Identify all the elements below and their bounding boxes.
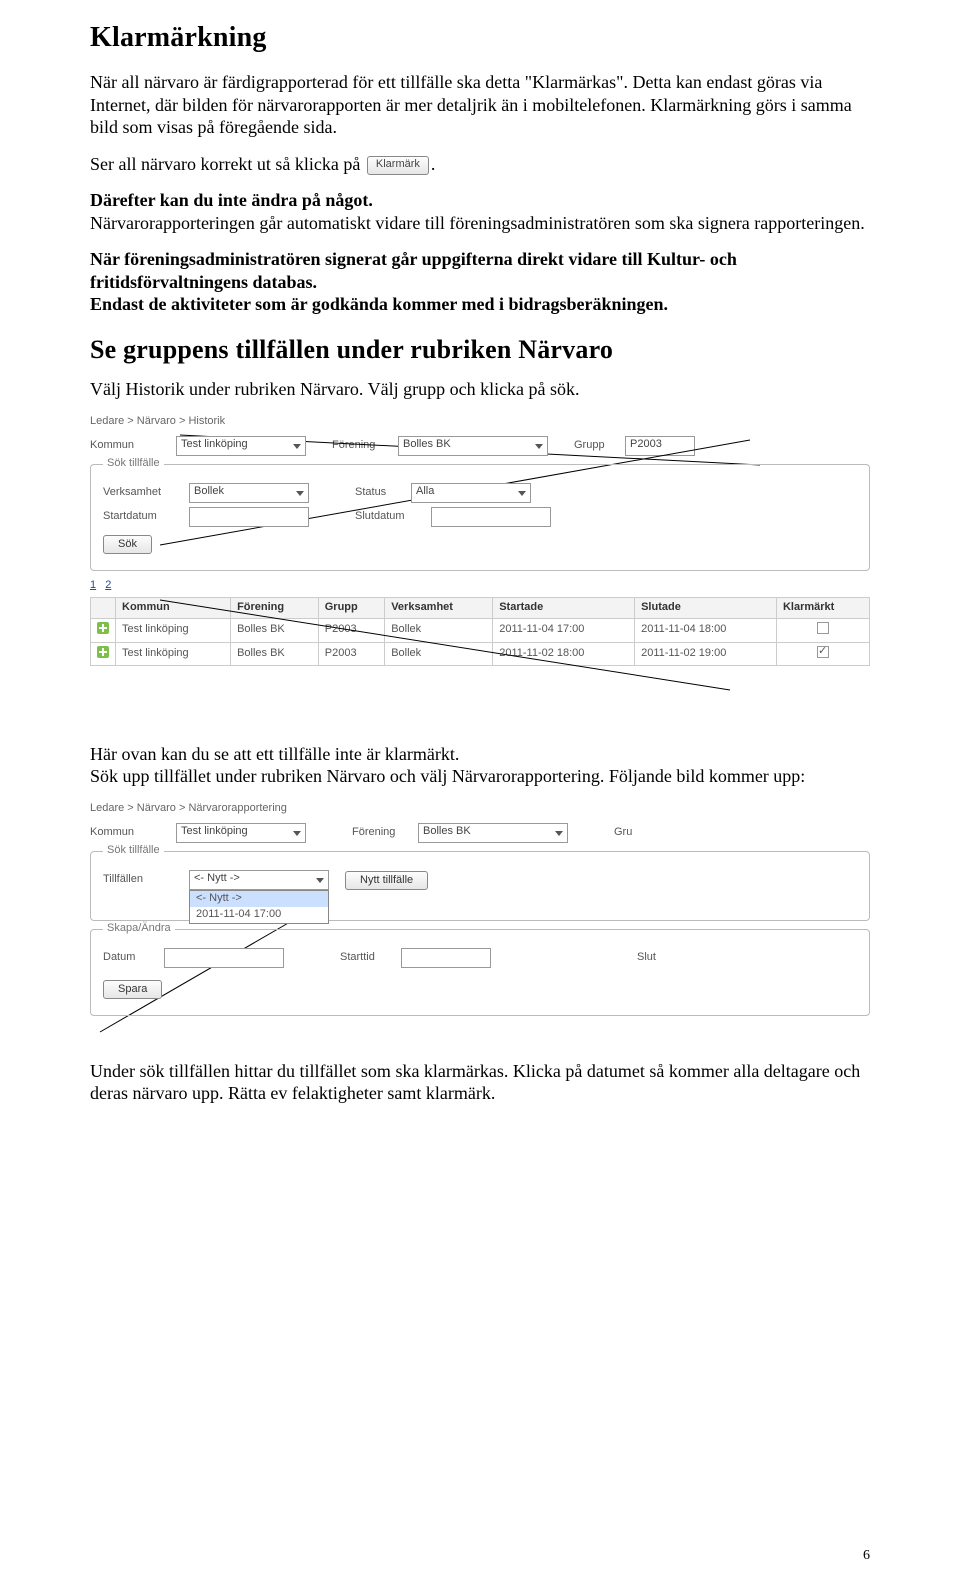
cell-startade: 2011-11-02 18:00: [493, 642, 635, 666]
cell-grupp: P2003: [318, 618, 384, 642]
klarmark-button[interactable]: Klarmärk: [367, 156, 429, 175]
tillfallen-dropdown-open[interactable]: <- Nytt -> 2011-11-04 17:00: [189, 890, 329, 924]
para-no-edit: Därefter kan du inte ändra på något.: [90, 189, 870, 212]
plus-icon[interactable]: [97, 622, 109, 634]
spara-button[interactable]: Spara: [103, 980, 162, 999]
starttid-input[interactable]: [401, 948, 491, 968]
screenshot-narvarorapportering: Ledare > Närvaro > Närvarorapportering K…: [90, 802, 870, 1042]
cell-startade: 2011-11-04 17:00: [493, 618, 635, 642]
plus-icon[interactable]: [97, 646, 109, 658]
para-final: Under sök tillfällen hittar du tillfälle…: [90, 1060, 870, 1105]
th-forening: Förening: [231, 598, 319, 619]
cell-slutade: 2011-11-04 18:00: [635, 618, 777, 642]
breadcrumb-rapportering: Ledare > Närvaro > Närvarorapportering: [90, 802, 870, 816]
para-choose-history: Välj Historik under rubriken Närvaro. Vä…: [90, 378, 870, 401]
grupp-input[interactable]: P2003: [625, 436, 695, 456]
para-auto-forward: Närvarorapporteringen går automatiskt vi…: [90, 212, 870, 235]
verksamhet-select[interactable]: Bollek: [189, 483, 309, 503]
label-slutdatum: Slutdatum: [355, 510, 425, 524]
label-forening: Förening: [332, 439, 392, 453]
label-tillfallen: Tillfällen: [103, 873, 183, 887]
forening-select[interactable]: Bolles BK: [418, 823, 568, 843]
label-forening: Förening: [352, 826, 412, 840]
th-klarmarkt: Klarmärkt: [776, 598, 869, 619]
th-verksamhet: Verksamhet: [385, 598, 493, 619]
slutdatum-input[interactable]: [431, 507, 551, 527]
cell-verksamhet: Bollek: [385, 618, 493, 642]
dropdown-option[interactable]: <- Nytt ->: [190, 891, 328, 907]
heading-klarmarkning: Klarmärkning: [90, 20, 870, 55]
para-klarmark: Ser all närvaro korrekt ut så klicka på …: [90, 153, 870, 176]
fieldset-skapa-andra: Skapa/Ändra Datum Starttid Slut Spara: [90, 929, 870, 1016]
sok-button[interactable]: Sök: [103, 535, 152, 554]
label-verksamhet: Verksamhet: [103, 486, 183, 500]
nytt-tillfalle-button[interactable]: Nytt tillfälle: [345, 871, 428, 890]
breadcrumb-historik: Ledare > Närvaro > Historik: [90, 415, 870, 429]
label-slut: Slut: [637, 951, 672, 965]
legend-skapa-andra: Skapa/Ändra: [103, 922, 175, 936]
label-starttid: Starttid: [340, 951, 395, 965]
table-row[interactable]: Test linköping Bolles BK P2003 Bollek 20…: [91, 642, 870, 666]
cell-verksamhet: Bollek: [385, 642, 493, 666]
para-signed-forward: När föreningsadministratören signerat gå…: [90, 248, 870, 293]
th-kommun: Kommun: [116, 598, 231, 619]
page-2-link[interactable]: 2: [105, 579, 111, 591]
para-find-narvarorapport: Sök upp tillfället under rubriken Närvar…: [90, 765, 870, 788]
para-approved-only: Endast de aktiviteter som är godkända ko…: [90, 293, 870, 316]
page-1-link[interactable]: 1: [90, 579, 96, 591]
cell-slutade: 2011-11-02 19:00: [635, 642, 777, 666]
status-select[interactable]: Alla: [411, 483, 531, 503]
startdatum-input[interactable]: [189, 507, 309, 527]
th-startade: Startade: [493, 598, 635, 619]
para-intro: När all närvaro är färdigrapporterad för…: [90, 71, 870, 139]
label-grupp: Grupp: [574, 439, 619, 453]
th-slutade: Slutade: [635, 598, 777, 619]
th-grupp: Grupp: [318, 598, 384, 619]
kommun-select[interactable]: Test linköping: [176, 436, 306, 456]
klarmarkt-checkbox: [817, 646, 829, 658]
historik-table: Kommun Förening Grupp Verksamhet Startad…: [90, 597, 870, 666]
heading-group-times: Se gruppens tillfällen under rubriken Nä…: [90, 334, 870, 367]
text-before-btn: Ser all närvaro korrekt ut så klicka på: [90, 154, 360, 174]
label-kommun: Kommun: [90, 439, 170, 453]
text-after-btn: .: [431, 154, 436, 174]
para-not-klarmarkt: Här ovan kan du se att ett tillfälle int…: [90, 743, 870, 766]
screenshot-historik: Ledare > Närvaro > Historik Kommun Test …: [90, 415, 870, 725]
legend-sok-tillfalle: Sök tillfälle: [103, 457, 164, 471]
label-datum: Datum: [103, 951, 158, 965]
kommun-select[interactable]: Test linköping: [176, 823, 306, 843]
label-gru: Gru: [614, 826, 644, 840]
label-kommun: Kommun: [90, 826, 170, 840]
cell-grupp: P2003: [318, 642, 384, 666]
dropdown-option[interactable]: 2011-11-04 17:00: [190, 907, 328, 923]
cell-kommun: Test linköping: [116, 618, 231, 642]
fieldset-sok-tillfalle: Sök tillfälle Verksamhet Bollek Status A…: [90, 464, 870, 571]
th-icon: [91, 598, 116, 619]
label-status: Status: [355, 486, 405, 500]
datum-input[interactable]: [164, 948, 284, 968]
legend-sok-tillfalle: Sök tillfälle: [103, 844, 164, 858]
label-startdatum: Startdatum: [103, 510, 183, 524]
page-number: 6: [863, 1547, 870, 1565]
klarmarkt-checkbox: [817, 622, 829, 634]
pagination: 1 2: [90, 579, 870, 593]
cell-forening: Bolles BK: [231, 618, 319, 642]
cell-kommun: Test linköping: [116, 642, 231, 666]
fieldset-sok-tillfalle: Sök tillfälle Tillfällen <- Nytt -> Nytt…: [90, 851, 870, 921]
forening-select[interactable]: Bolles BK: [398, 436, 548, 456]
table-row[interactable]: Test linköping Bolles BK P2003 Bollek 20…: [91, 618, 870, 642]
cell-forening: Bolles BK: [231, 642, 319, 666]
tillfallen-select[interactable]: <- Nytt ->: [189, 870, 329, 890]
